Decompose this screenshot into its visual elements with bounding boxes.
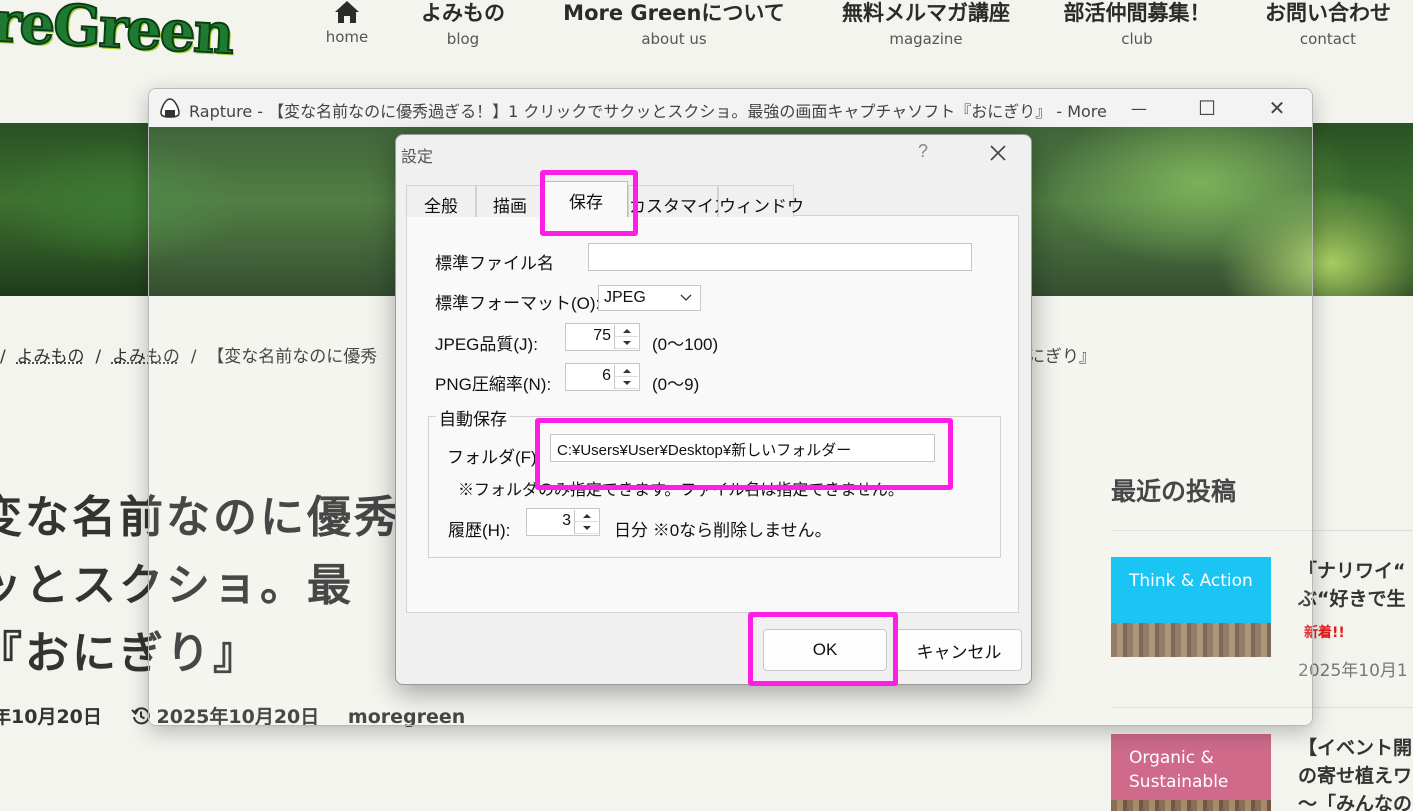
post-title-line: ぶ“好きで生 [1298,588,1406,610]
help-button[interactable]: ? [918,141,928,162]
nav-club-sub: club [1121,30,1153,48]
site-logo[interactable]: reGreen [0,0,235,68]
published-date: 年10月20日 [0,706,102,728]
format-select[interactable]: JPEG [598,285,701,311]
nav-home-sub: home [325,28,369,46]
nav-magazine-label: 無料メルマガ講座 [842,1,1010,25]
spinner-arrows[interactable] [614,325,638,349]
nav-contact-label: お問い合わせ [1265,1,1391,25]
minimize-icon: — [1131,98,1147,118]
highlight-save-tab [540,170,638,236]
post-thumbnail[interactable]: Organic & Sustainable [1111,734,1271,811]
spin-down-icon[interactable] [575,522,598,534]
post-date: 2025年10月1 [1298,661,1408,681]
format-selected: JPEG [604,289,646,306]
nav-blog-label: よみもの [421,1,505,25]
maximize-button[interactable]: ☐ [1172,89,1242,127]
format-label: 標準フォーマット(O): [435,294,601,313]
settings-dialog[interactable]: 設定 ? 全般 描画 保存 カスタマイズ ウィンドウ 標準ファイル名 標準フォー… [395,134,1032,685]
spinner-arrows[interactable] [574,510,598,534]
history-label: 履歴(H): [448,521,511,540]
png-compression-range: (0〜9) [652,375,700,394]
png-compression-spinner[interactable]: 6 [565,363,640,391]
breadcrumb-link-blog[interactable]: よみもの [17,347,85,367]
onigiri-app-icon [160,98,180,118]
post-image [1111,800,1271,811]
nav-about-sub: about us [641,30,707,48]
nav-club-label: 部活仲間募集！ [1063,1,1211,25]
nav-about-label: More Greenについて [563,1,785,25]
spin-up-icon[interactable] [615,325,638,337]
history-spinner[interactable]: 3 [526,508,600,536]
post-title-line: の寄せ植えワ [1298,765,1413,787]
nav-blog-sub: blog [446,30,480,48]
history-value: 3 [562,512,571,529]
window-close-button[interactable]: ✕ [1242,89,1312,127]
minimize-button[interactable]: — [1104,89,1174,127]
png-compression-label: PNG圧縮率(N): [435,375,552,394]
post-title[interactable]: 【イベント開 の寄せ植えワ ～「みんなの [1298,734,1412,811]
spin-down-icon[interactable] [615,337,638,349]
breadcrumb-sep: / [0,347,6,367]
nav-home[interactable]: home [318,0,376,56]
close-icon: ✕ [1268,96,1286,120]
post-title[interactable]: 「ナリワイ“ ぶ“好きで生 [1298,557,1406,613]
breadcrumb-sep: / [95,347,102,367]
spinner-arrows[interactable] [614,365,638,389]
chevron-down-icon [680,294,692,301]
nav-contact-sub: contact [1299,30,1357,48]
maximize-icon: ☐ [1198,96,1216,120]
window-titlebar[interactable]: Rapture - 【変な名前なのに優秀過ぎる！】1 クリックでサクッとスクショ… [149,89,1312,127]
tab-window[interactable]: ウィンドウ [718,185,804,217]
tab-general[interactable]: 全般 [406,185,476,217]
jpeg-quality-value: 75 [593,327,611,344]
nav-contact[interactable]: お問い合わせ contact [1262,0,1394,56]
tab-drawing[interactable]: 描画 [476,185,544,217]
highlight-folder-field [535,418,953,490]
window-title: Rapture - 【変な名前なのに優秀過ぎる！】1 クリックでサクッとスクショ… [189,102,1109,121]
spin-up-icon[interactable] [615,365,638,377]
spin-up-icon[interactable] [575,510,598,522]
nav-club[interactable]: 部活仲間募集！ club [1062,0,1212,56]
tab-customize[interactable]: カスタマイズ [628,185,731,217]
autosave-legend: 自動保存 [436,405,510,430]
cancel-button[interactable]: キャンセル [896,629,1022,671]
post-category: Organic & Sustainable [1111,734,1271,800]
home-icon [335,1,359,23]
jpeg-quality-label: JPEG品質(J): [435,335,538,354]
highlight-ok-button [748,612,898,686]
png-compression-value: 6 [602,367,611,384]
nav-magazine-sub: magazine [889,30,963,48]
post-title-line: ～「みんなの [1298,793,1413,811]
folder-label: フォルダ(F): [447,448,542,467]
nav-magazine[interactable]: 無料メルマガ講座 magazine [840,0,1012,56]
site-header: reGreen home よみもの blog More Greenについて ab… [0,0,1413,88]
spin-down-icon[interactable] [615,377,638,389]
nav-blog[interactable]: よみもの blog [418,0,508,56]
jpeg-quality-range: (0〜100) [652,335,719,354]
history-suffix: 日分 ※0なら削除しません。 [614,521,832,540]
dialog-close-icon[interactable] [986,141,1010,165]
post-title-line: 「ナリワイ“ [1298,560,1406,582]
filename-label: 標準ファイル名 [435,254,554,273]
dialog-title: 設定 [401,149,434,166]
jpeg-quality-spinner[interactable]: 75 [565,323,640,351]
nav-about[interactable]: More Greenについて about us [558,0,790,56]
filename-input[interactable] [588,243,972,271]
post-title-line: 【イベント開 [1298,737,1413,759]
